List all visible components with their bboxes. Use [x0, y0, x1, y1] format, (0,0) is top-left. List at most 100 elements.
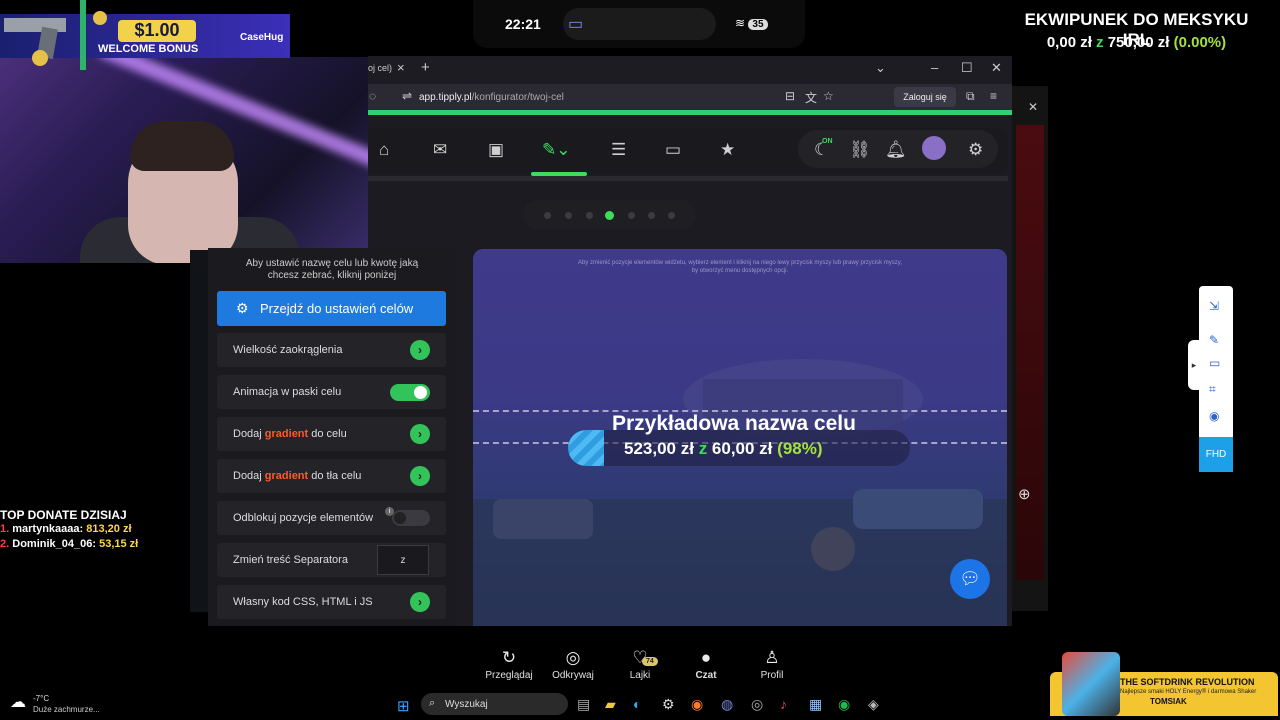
- goal-separator: z: [1096, 34, 1104, 51]
- discord-icon[interactable]: ◍: [721, 696, 733, 713]
- spotify-icon[interactable]: ◉: [838, 696, 850, 713]
- taskbar-search[interactable]: [421, 693, 568, 715]
- step-dot[interactable]: [628, 212, 635, 219]
- tab-list-button[interactable]: ⌄: [875, 60, 886, 76]
- sponsor-title: THE SOFTDRINK REVOLUTION: [1120, 677, 1255, 687]
- step-dot[interactable]: [565, 212, 572, 219]
- chevron-right-icon[interactable]: ›: [410, 424, 430, 444]
- animation-toggle[interactable]: [390, 384, 430, 401]
- translate-icon[interactable]: 文: [805, 89, 817, 106]
- star-icon[interactable]: ★: [720, 140, 735, 160]
- sponsor-product-image: [1062, 652, 1120, 716]
- likes-count-badge: 74: [642, 657, 658, 666]
- pen-icon[interactable]: ✎: [1209, 333, 1219, 347]
- unlock-toggle[interactable]: [392, 510, 430, 526]
- preview-goal-amount[interactable]: 523,00 zł z 60,00 zł (98%): [624, 439, 823, 459]
- link-icon[interactable]: ⛓: [849, 140, 871, 160]
- background-video: [1016, 125, 1044, 580]
- label-part: Dodaj: [233, 470, 265, 482]
- gear-icon[interactable]: ⚙: [968, 140, 983, 160]
- webcam-feed: [0, 57, 368, 263]
- nav-label: Czat: [695, 670, 717, 681]
- search-icon: ⌕: [429, 697, 436, 709]
- url-input[interactable]: app.tipply.pl/konfigurator/twoj-cel: [419, 92, 564, 103]
- task-view-icon[interactable]: ▤: [577, 696, 590, 713]
- windows-start-icon[interactable]: ⊞: [397, 697, 410, 715]
- step-dot[interactable]: [648, 212, 655, 219]
- minimize-button[interactable]: –: [931, 60, 938, 75]
- shield-icon[interactable]: ◌: [369, 89, 376, 103]
- separator-input[interactable]: z: [377, 545, 429, 575]
- login-button[interactable]: Zaloguj się: [894, 87, 956, 107]
- bonus-brand: CaseHug: [240, 32, 284, 43]
- app-icon[interactable]: ◈: [868, 696, 879, 713]
- menu-icon[interactable]: ≡: [990, 89, 997, 103]
- chevron-right-icon[interactable]: ›: [410, 340, 430, 360]
- nav-item-likes[interactable]: ♡ Lajki: [608, 648, 672, 681]
- firefox-icon[interactable]: ◉: [691, 696, 703, 713]
- weather-temp[interactable]: -7°C: [33, 694, 49, 703]
- window-icon[interactable]: ▭: [665, 140, 681, 160]
- goal-percent: (0.00%): [1173, 34, 1227, 51]
- tab-title[interactable]: oj cel): [368, 63, 392, 73]
- nav-item-profile[interactable]: ♙ Profil: [740, 648, 804, 681]
- close-icon[interactable]: ✕: [1028, 100, 1038, 114]
- close-window-button[interactable]: ✕: [991, 60, 1002, 76]
- file-explorer-icon[interactable]: ▰: [605, 696, 616, 713]
- export-icon[interactable]: ⇲: [1209, 299, 1219, 313]
- bookmark-star-icon[interactable]: ☆: [823, 89, 834, 103]
- screen-mirror-icon: ▭: [568, 16, 584, 33]
- rounding-label: Wielkość zaokrąglenia: [233, 344, 343, 356]
- unlock-label: Odblokuj pozycje elementów: [233, 512, 374, 524]
- step-dot-active[interactable]: [605, 211, 614, 220]
- layers-icon[interactable]: ☰: [611, 140, 626, 160]
- quality-fhd-button[interactable]: FHD: [1199, 437, 1233, 472]
- preview-current: 523,00 zł: [624, 439, 694, 458]
- horizontal-scrollbar[interactable]: [368, 176, 1008, 181]
- chevron-right-icon[interactable]: ›: [410, 466, 430, 486]
- bonus-amount: $1.00: [118, 20, 196, 42]
- avatar[interactable]: [922, 136, 946, 160]
- crop-icon[interactable]: ⌗: [1209, 382, 1216, 397]
- wifi-icon: ≋: [735, 16, 746, 30]
- nav-item-browse[interactable]: ↻ Przeglądaj: [477, 648, 541, 681]
- home-icon[interactable]: ⌂: [379, 140, 389, 160]
- weather-desc[interactable]: Duże zachmurze...: [33, 705, 100, 714]
- label-accent: gradient: [264, 470, 309, 482]
- nav-item-discover[interactable]: ◎ Odkrywaj: [541, 648, 605, 681]
- nav-label: Przeglądaj: [485, 670, 533, 681]
- search-placeholder[interactable]: Wyszukaj: [445, 699, 488, 710]
- site-info-icon[interactable]: ⇌: [402, 89, 412, 103]
- edge-icon[interactable]: ◐: [633, 696, 641, 712]
- steam-icon[interactable]: ◎: [751, 696, 763, 713]
- top-donate-title: TOP DONATE DZISIAJ: [0, 508, 127, 522]
- sponsor-name: TOMSIAK: [1150, 697, 1187, 706]
- chevron-right-icon[interactable]: ›: [410, 592, 430, 612]
- bell-icon[interactable]: 🔔︎: [885, 140, 907, 160]
- edit-icon[interactable]: ✎⌄: [542, 140, 571, 160]
- settings-icon[interactable]: ⚙: [662, 696, 675, 713]
- nav-item-chat[interactable]: ● Czat: [674, 648, 738, 681]
- maximize-button[interactable]: ☐: [961, 60, 973, 76]
- step-dot[interactable]: [668, 212, 675, 219]
- mail-icon[interactable]: ✉: [433, 140, 447, 160]
- wallet-icon[interactable]: ▣: [488, 140, 504, 160]
- notepad-icon[interactable]: ▦: [809, 696, 822, 713]
- new-tab-button[interactable]: +: [421, 59, 430, 76]
- add-icon[interactable]: ⊕: [1018, 485, 1031, 503]
- rectangle-icon[interactable]: ▭: [1209, 356, 1220, 370]
- step-dot[interactable]: [544, 212, 551, 219]
- weather-icon[interactable]: ☁: [10, 692, 26, 712]
- record-icon[interactable]: ◉: [1209, 409, 1219, 423]
- goal-settings-label[interactable]: Przejdź do ustawień celów: [260, 301, 413, 316]
- tab-close-button[interactable]: ×: [397, 60, 405, 75]
- donate-entry: 2. Dominik_04_06: 53,15 zł: [0, 538, 138, 550]
- support-chat-icon[interactable]: 💬︎: [950, 559, 990, 599]
- extensions-icon[interactable]: ⧉: [966, 89, 975, 104]
- preview-goal-name[interactable]: Przykładowa nazwa celu: [612, 412, 856, 436]
- animation-label: Animacja w paski celu: [233, 386, 342, 398]
- step-dot[interactable]: [586, 212, 593, 219]
- reader-view-icon[interactable]: ⊟: [785, 89, 795, 103]
- tiktok-icon[interactable]: ♪: [780, 696, 787, 712]
- separator-label: Zmień treść Separatora: [233, 554, 348, 566]
